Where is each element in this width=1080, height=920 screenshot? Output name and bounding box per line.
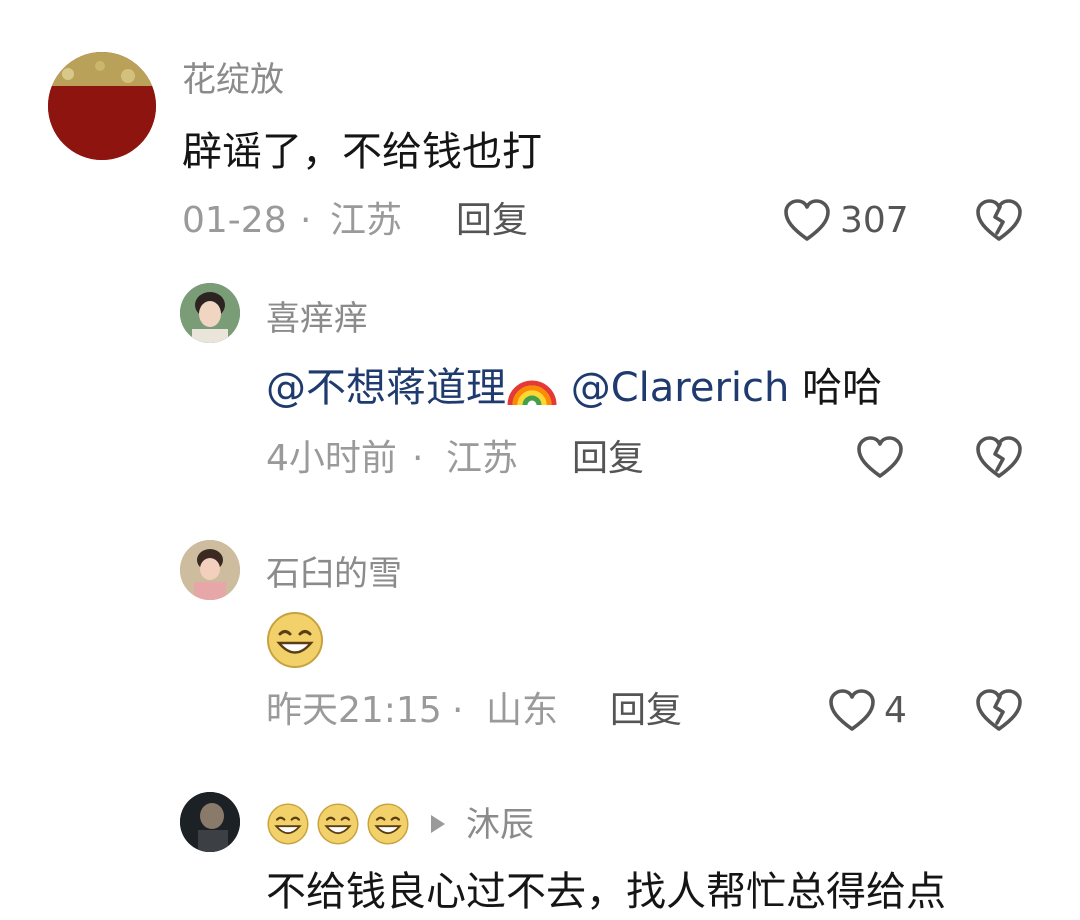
- comment-location: 江苏: [330, 200, 403, 241]
- smile-emoji-icon: [316, 802, 360, 846]
- meta-separator: ·: [452, 690, 464, 731]
- comment-location: 山东: [486, 690, 559, 731]
- comment-text: 辟谣了，不给钱也打: [182, 129, 542, 175]
- reply-button[interactable]: 回复: [610, 689, 682, 733]
- like-heart-icon[interactable]: [856, 435, 904, 479]
- like-heart-icon[interactable]: [783, 198, 831, 242]
- reply-button[interactable]: 回复: [456, 199, 528, 243]
- like-count: 4: [884, 690, 907, 731]
- grin-emoji-icon: [265, 610, 325, 670]
- comment-location: 江苏: [446, 438, 519, 479]
- user-avatar[interactable]: [180, 540, 240, 600]
- user-avatar[interactable]: [180, 792, 240, 852]
- smile-emoji-icon: [366, 802, 410, 846]
- user-avatar[interactable]: [48, 52, 156, 160]
- comment-text: 不给钱良心过不去，找人帮忙总得给点: [266, 869, 946, 915]
- play-triangle-icon: [431, 815, 445, 833]
- dislike-broken-heart-icon[interactable]: [975, 435, 1023, 479]
- mention-link[interactable]: @Clarerich: [571, 365, 790, 411]
- username[interactable]: 沐辰: [466, 805, 534, 845]
- comment-text-tail: 哈哈: [802, 365, 883, 411]
- rainbow-icon: [507, 380, 557, 406]
- comment-text: @不想蒋道理 @Clarerich 哈哈: [266, 364, 882, 412]
- comment-time: 01-28: [182, 200, 287, 241]
- username[interactable]: 石臼的雪: [266, 554, 402, 594]
- comment-time: 昨天21:15: [266, 690, 442, 731]
- boy-avatar-icon: [180, 283, 240, 343]
- girl-avatar-icon: [180, 540, 240, 600]
- red-flower-avatar-icon: [48, 52, 156, 160]
- mention-link[interactable]: @不想蒋道理: [266, 365, 506, 411]
- reply-button[interactable]: 回复: [572, 437, 644, 481]
- dark-photo-avatar-icon: [180, 792, 240, 852]
- username[interactable]: 花绽放: [182, 60, 284, 100]
- username[interactable]: 喜痒痒: [266, 299, 368, 339]
- like-count: 307: [840, 200, 909, 241]
- like-heart-icon[interactable]: [828, 688, 876, 732]
- dislike-broken-heart-icon[interactable]: [975, 198, 1023, 242]
- smile-emoji-icon: [266, 802, 310, 846]
- user-avatar[interactable]: [180, 283, 240, 343]
- meta-separator: ·: [412, 438, 424, 479]
- meta-separator: ·: [300, 200, 312, 241]
- comment-time: 4小时前: [266, 438, 397, 479]
- dislike-broken-heart-icon[interactable]: [975, 688, 1023, 732]
